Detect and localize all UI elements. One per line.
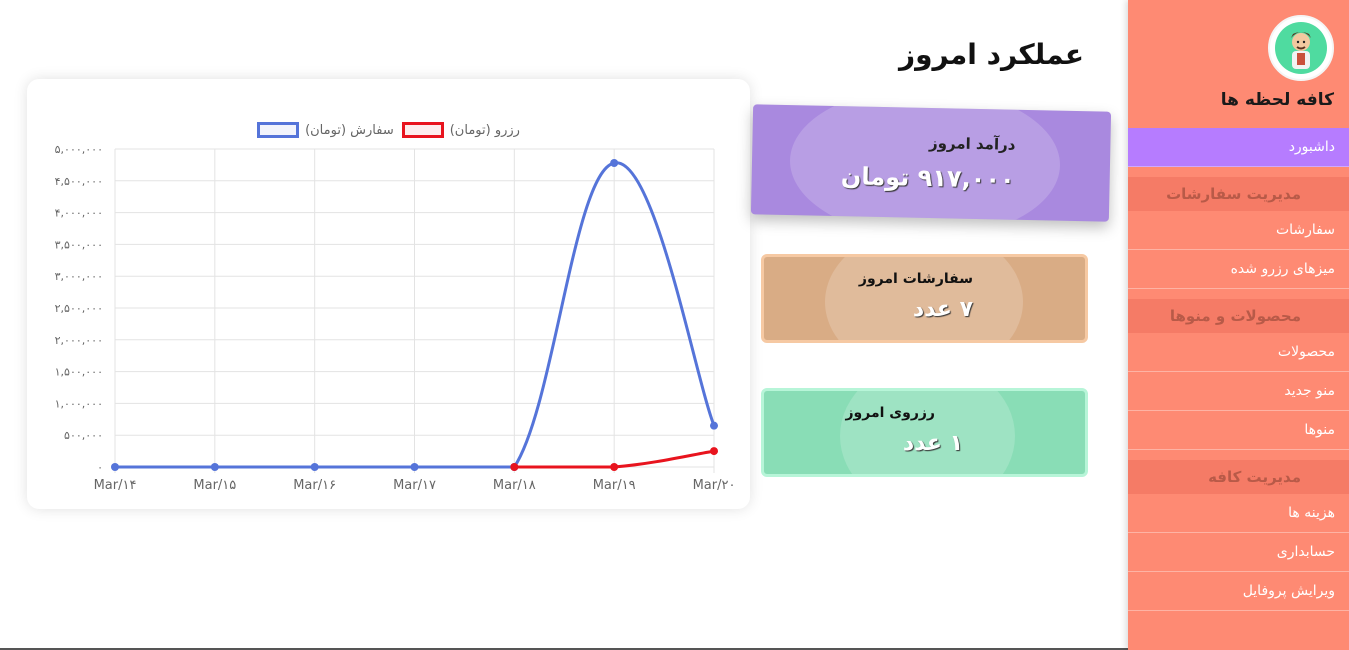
y-tick-label: ۴,۰۰۰,۰۰۰ [55,207,103,220]
y-tick-label: ۰ [97,461,103,474]
sidebar-item[interactable]: داشبورد [1128,128,1349,167]
y-tick-label: ۵,۰۰۰,۰۰۰ [55,143,103,156]
data-point [310,463,319,471]
y-tick-label: ۳,۵۰۰,۰۰۰ [55,238,103,251]
sidebar-item[interactable]: سفارشات [1128,211,1349,250]
app-root: عملکرد امروز سفارش (تومان) رزرو (تومان) … [0,0,1349,650]
sidebar-section-header: مدیریت سفارشات [1128,177,1349,211]
revenue-card: درآمد امروز ۹۱۷,۰۰۰ تومان [750,104,1112,222]
sidebar-item[interactable]: محصولات [1128,333,1349,372]
sidebar-item[interactable]: هزینه ها [1128,494,1349,533]
sidebar-nav: داشبورد مدیریت سفارشات سفارشات میزهای رزرو … [1128,128,1349,611]
data-point [410,463,419,471]
sidebar-item[interactable]: منو جدید [1128,372,1349,411]
y-tick-label: ۱,۵۰۰,۰۰۰ [55,366,103,379]
sidebar-section-header: محصولات و منوها [1128,299,1349,333]
data-point [710,447,718,456]
x-tick-label: Mar/۱۹ [593,478,636,493]
y-tick-label: ۳,۰۰۰,۰۰۰ [55,270,103,283]
avatar[interactable] [1268,15,1334,81]
data-point [610,158,619,167]
orders-value: ۷ عدد [912,297,973,322]
sidebar: کافه لحظه ها داشبورد مدیریت سفارشات سفارشا… [1128,0,1349,650]
data-point [710,421,718,430]
x-tick-label: Mar/۱۸ [493,478,536,493]
reserves-label: رزروی امروز [845,405,935,421]
reserves-value: ۱ عدد [902,431,963,456]
chef-avatar-icon [1275,22,1327,74]
page-title: عملکرد امروز [898,38,1084,71]
x-tick-label: Mar/۱۷ [393,478,436,493]
revenue-value: ۹۱۷,۰۰۰ تومان [840,162,1015,194]
sidebar-item[interactable]: حسابداری [1128,533,1349,572]
sidebar-item[interactable]: منوها [1128,411,1349,450]
cafe-name: کافه لحظه ها [1220,90,1334,110]
data-point [510,463,519,471]
y-tick-label: ۵۰۰,۰۰۰ [64,429,103,442]
sidebar-section-header: مدیریت کافه [1128,460,1349,494]
line-chart: ۰ ۵۰۰,۰۰۰ ۱,۰۰۰,۰۰۰ ۱,۵۰۰,۰۰۰ ۲,۰۰۰,۰۰۰ ۲,۵۰۰… [55,143,736,493]
x-tick-label: Mar/۱۵ [193,478,236,493]
data-point [610,463,619,471]
orders-card: سفارشات امروز ۷ عدد [761,254,1088,343]
y-tick-label: ۴,۵۰۰,۰۰۰ [55,175,103,188]
data-point [210,463,219,471]
data-point [111,463,119,471]
x-tick-label: Mar/۱۴ [94,478,137,493]
y-tick-label: ۲,۵۰۰,۰۰۰ [55,302,103,315]
x-tick-label: Mar/۲۰ [693,478,736,493]
y-tick-label: ۱,۰۰۰,۰۰۰ [55,397,103,410]
orders-label: سفارشات امروز [858,271,973,287]
revenue-label: درآمد امروز [928,133,1016,154]
sidebar-item[interactable]: ویرایش پروفایل [1128,572,1349,611]
x-tick-label: Mar/۱۶ [293,478,336,493]
sidebar-item[interactable]: میزهای رزرو شده [1128,250,1349,289]
y-tick-label: ۲,۰۰۰,۰۰۰ [55,334,103,347]
sales-chart-card: سفارش (تومان) رزرو (تومان) ۰ ۵۰۰,۰۰۰ ۱,۰۰۰… [27,79,750,509]
reserves-card: رزروی امروز ۱ عدد [761,388,1088,477]
